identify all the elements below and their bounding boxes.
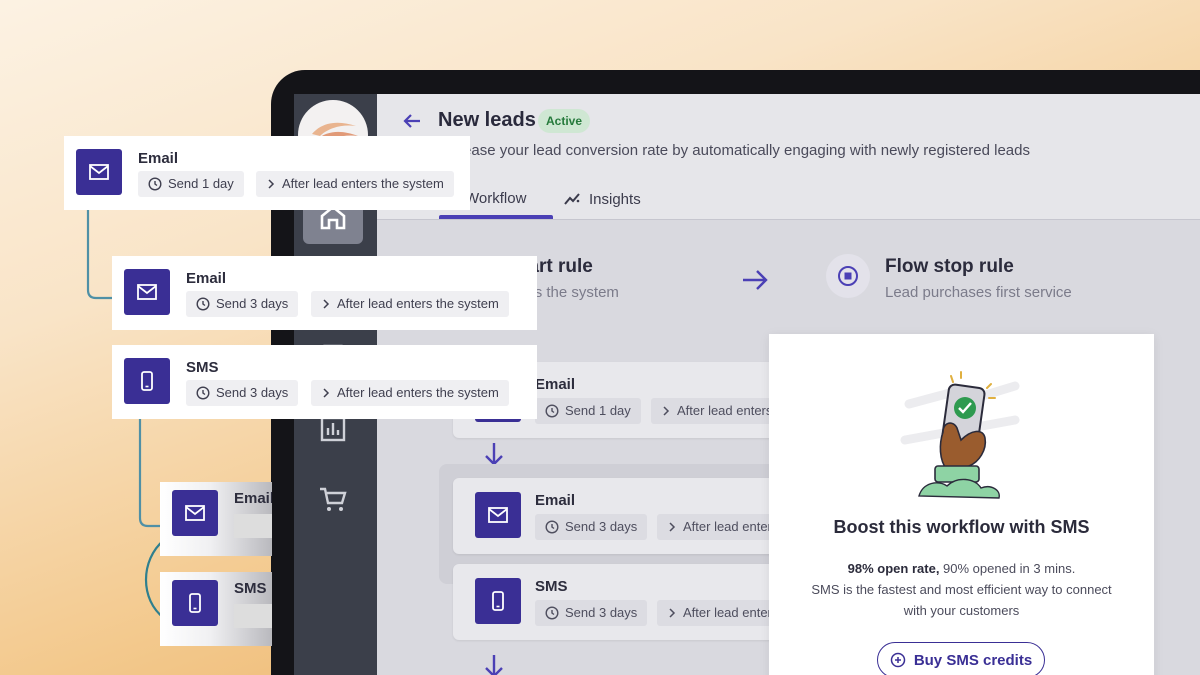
ghost-card-email: Email [160, 482, 272, 556]
cart-icon[interactable] [303, 472, 363, 526]
ghost-card-sms: SMS [160, 572, 272, 646]
arrow-right-icon [743, 270, 768, 290]
delay-chip[interactable]: Send 3 days [186, 291, 299, 317]
step-title: Email [186, 270, 227, 287]
opened-stat: 90% opened in 3 mins. [939, 561, 1076, 576]
mail-icon [475, 492, 521, 538]
step-title: SMS [535, 578, 568, 595]
insights-icon [564, 193, 580, 205]
chevron-right-icon [669, 608, 676, 618]
ghost-chip [234, 604, 272, 628]
chevron-right-icon [663, 406, 670, 416]
sms-promo-heading: Boost this workflow with SMS [833, 517, 1090, 537]
active-tab-indicator [439, 215, 553, 219]
sms-promo-panel: Boost this workflow with SMS 98% open ra… [769, 334, 1154, 675]
step-title: SMS [234, 580, 267, 597]
trigger-chip[interactable]: After lead enters the system [311, 380, 509, 406]
clock-icon [196, 386, 210, 400]
clock-icon [545, 520, 559, 534]
step-title: SMS [186, 359, 219, 376]
chevron-right-icon [323, 299, 330, 309]
delay-chip[interactable]: Send 1 day [138, 171, 244, 197]
sms-promo-line: with your customers [903, 603, 1020, 618]
workflow-description: Increase your lead conversion rate by au… [438, 142, 1030, 159]
delay-chip[interactable]: Send 3 days [535, 600, 648, 626]
clock-icon [196, 297, 210, 311]
phone-icon [124, 358, 170, 404]
status-badge: Active [538, 109, 591, 133]
plus-circle-icon [890, 652, 906, 668]
step-title: Email [234, 490, 272, 507]
stop-rule-subtitle: Lead purchases first service [885, 284, 1072, 301]
step-title: Email [138, 150, 179, 167]
buy-sms-credits-button[interactable]: Buy SMS credits [877, 642, 1045, 675]
page-title: New leads [438, 109, 536, 131]
floating-card-sms[interactable]: SMS Send 3 days After lead enters the sy… [112, 345, 537, 419]
chevron-right-icon [669, 522, 676, 532]
chevron-right-icon [323, 388, 330, 398]
stop-rule-title: Flow stop rule [885, 256, 1014, 277]
open-rate-stat: 98% open rate, [847, 561, 940, 576]
clock-icon [545, 606, 559, 620]
tab-label: Workflow [465, 190, 527, 207]
chevron-right-icon [268, 179, 275, 189]
floating-card-email-1[interactable]: Email Send 1 day After lead enters the s… [64, 136, 470, 210]
delay-chip[interactable]: Send 1 day [535, 398, 641, 424]
step-card-email-2[interactable]: Email Send 3 days After lead enters the … [453, 478, 855, 554]
phone-hand-illustration [900, 371, 1020, 499]
trigger-chip[interactable]: After lead enters the system [256, 171, 454, 197]
trigger-chip[interactable]: After lead enters the system [311, 291, 509, 317]
clock-icon [545, 404, 559, 418]
workflow-header: New leads Active Increase your lead conv… [377, 94, 1200, 220]
sms-promo-line: SMS is the fastest and most efficient wa… [811, 582, 1112, 597]
arrow-down-icon [485, 655, 503, 675]
ghost-chip [234, 514, 272, 538]
mail-icon [124, 269, 170, 315]
back-arrow-icon[interactable] [400, 109, 424, 133]
clock-icon [148, 177, 162, 191]
mail-icon [172, 490, 218, 536]
sms-promo-body: 98% open rate, 90% opened in 3 mins. SMS… [769, 558, 1154, 621]
tab-label: Insights [589, 190, 641, 208]
tab-workflow[interactable]: Workflow [465, 190, 526, 207]
floating-card-email-2[interactable]: Email Send 3 days After lead enters the … [112, 256, 537, 330]
step-title: Email [535, 376, 576, 393]
phone-icon [475, 578, 521, 624]
stop-circle-icon [826, 254, 870, 298]
phone-icon [172, 580, 218, 626]
tab-insights[interactable]: Insights [563, 190, 641, 208]
mail-icon [76, 149, 122, 195]
delay-chip[interactable]: Send 3 days [186, 380, 299, 406]
delay-chip[interactable]: Send 3 days [535, 514, 648, 540]
step-title: Email [535, 492, 576, 509]
step-card-sms[interactable]: SMS Send 3 days After lead enters the sy… [453, 564, 855, 640]
